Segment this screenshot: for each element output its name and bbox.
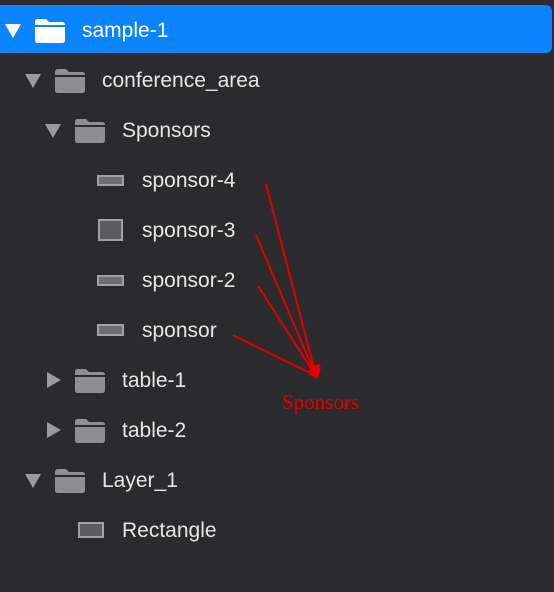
folder-icon	[73, 366, 107, 394]
triangle-right-icon[interactable]	[44, 371, 62, 389]
layer-label: sample-1	[82, 19, 169, 42]
layer-row-sponsor-2[interactable]: sponsor-2	[0, 260, 554, 300]
layer-label: Layer_1	[102, 469, 178, 492]
annotation-arrow-line	[255, 234, 317, 377]
layer-label: sponsor	[142, 319, 217, 342]
rectangle-layer-icon	[97, 219, 125, 241]
layer-row-sample-1[interactable]: sample-1	[0, 10, 554, 50]
layer-label: table-2	[122, 419, 187, 442]
layer-label: table-1	[122, 369, 187, 392]
triangle-down-icon[interactable]	[24, 71, 42, 89]
triangle-down-icon[interactable]	[24, 471, 42, 489]
layer-row-sponsor-4[interactable]: sponsor-4	[0, 160, 554, 200]
rectangle-layer-icon	[97, 269, 125, 291]
layer-label: Sponsors	[122, 119, 211, 142]
triangle-down-icon[interactable]	[44, 121, 62, 139]
rectangle-layer-icon	[97, 169, 125, 191]
annotation-label: Sponsors	[282, 390, 360, 414]
folder-icon	[53, 466, 87, 494]
layer-label: Rectangle	[122, 519, 217, 542]
layer-row-rectangle[interactable]: Rectangle	[0, 510, 554, 550]
layers-panel: sample-1 conference_area Sponsors sponso…	[0, 0, 554, 592]
layer-label: sponsor-3	[142, 219, 236, 242]
layer-row-sponsors[interactable]: Sponsors	[0, 110, 554, 150]
folder-icon	[33, 16, 67, 44]
triangle-down-icon[interactable]	[4, 21, 22, 39]
layer-row-table-2[interactable]: table-2	[0, 410, 554, 450]
folder-icon	[53, 66, 87, 94]
rectangle-layer-icon	[77, 519, 105, 541]
layer-row-table-1[interactable]: table-1	[0, 360, 554, 400]
layer-row-sponsor[interactable]: sponsor	[0, 310, 554, 350]
rectangle-layer-icon	[97, 319, 125, 341]
layer-row-sponsor-3[interactable]: sponsor-3	[0, 210, 554, 250]
layer-label: conference_area	[102, 69, 260, 92]
layer-label: sponsor-2	[142, 269, 236, 292]
folder-icon	[73, 416, 107, 444]
layer-row-layer-1[interactable]: Layer_1	[0, 460, 554, 500]
folder-icon	[73, 116, 107, 144]
layer-row-conference-area[interactable]: conference_area	[0, 60, 554, 100]
triangle-right-icon[interactable]	[44, 421, 62, 439]
layer-label: sponsor-4	[142, 169, 236, 192]
